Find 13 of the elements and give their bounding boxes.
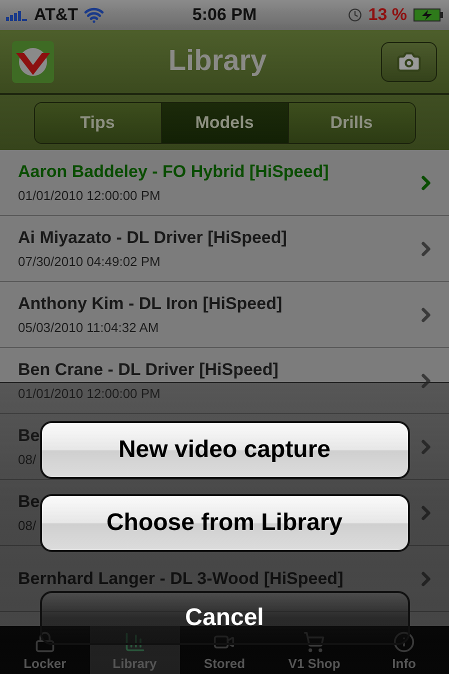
status-time: 5:06 PM — [192, 5, 257, 25]
row-date: 01/01/2010 12:00:00 PM — [18, 386, 160, 401]
row-date: 05/03/2010 11:04:32 AM — [18, 320, 159, 335]
row-title: Aaron Baddeley - FO Hybrid [HiSpeed] — [18, 162, 329, 182]
nav-title: Library — [168, 45, 267, 78]
row-title: Ai Miyazato - DL Driver [HiSpeed] — [18, 228, 287, 248]
row-date: 07/30/2010 04:49:02 PM — [18, 254, 160, 269]
row-title: Be — [18, 426, 40, 446]
battery-percent: 13 % — [368, 5, 407, 25]
carrier-name: AT&T — [34, 5, 78, 25]
row-date: 01/01/2010 12:00:00 PM — [18, 188, 160, 203]
row-title: Anthony Kim - DL Iron [HiSpeed] — [18, 294, 282, 314]
row-title: Ben Crane - DL Driver [HiSpeed] — [18, 360, 278, 380]
